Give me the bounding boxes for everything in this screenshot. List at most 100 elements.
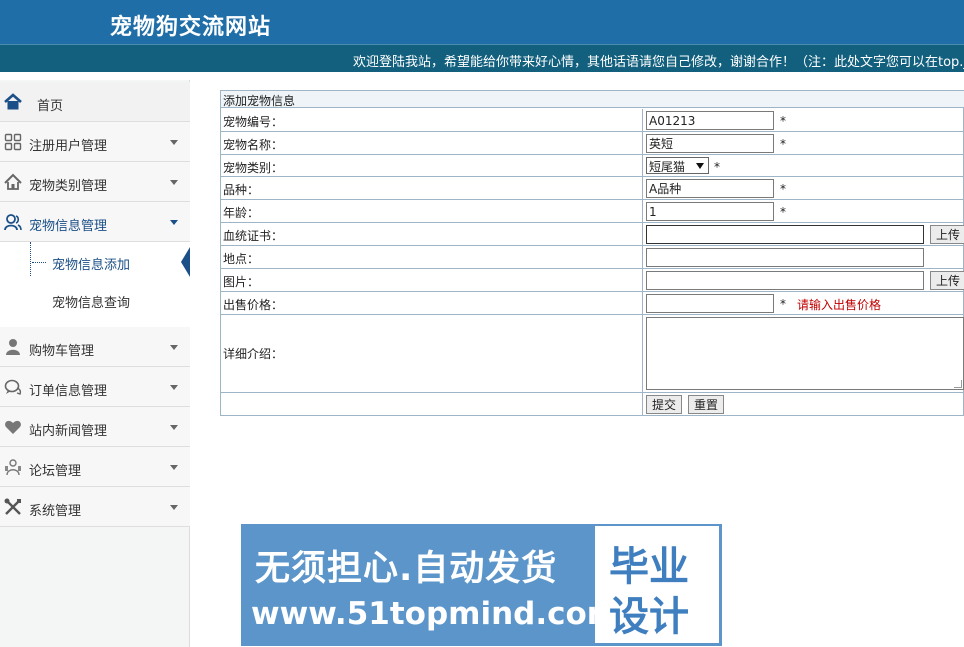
description-label: 详细介绍： — [223, 347, 284, 361]
submit-button[interactable]: 提交 — [646, 395, 682, 414]
sidebar-item-pet-info[interactable]: 宠物信息管理 — [0, 202, 190, 242]
form-row-location: 地点： — [221, 246, 964, 269]
image-input[interactable] — [646, 271, 924, 290]
home-icon — [4, 93, 22, 111]
pedigree-upload-button[interactable]: 上传 — [930, 225, 964, 244]
form-row-pet-name: 宠物名称： * — [221, 132, 964, 155]
pet-no-label: 宠物编号： — [223, 115, 284, 129]
reset-button[interactable]: 重置 — [688, 395, 724, 414]
banner-badge: 毕业 设计 — [595, 526, 719, 643]
required-mark: * — [780, 297, 786, 311]
banner-url: www.51topmind.com — [251, 596, 620, 632]
sidebar-subitem-label: 宠物信息添加 — [52, 258, 131, 273]
sidebar-item-news[interactable]: 站内新闻管理 — [0, 407, 190, 447]
site-title: 宠物狗交流网站 — [110, 14, 272, 40]
pet-type-label: 宠物类别： — [223, 161, 284, 175]
users-icon — [4, 213, 22, 231]
chevron-down-icon — [170, 180, 178, 185]
pet-name-label: 宠物名称： — [223, 138, 284, 152]
form-title: 添加宠物信息 — [223, 94, 296, 108]
form-row-description: 详细介绍： — [221, 315, 964, 393]
age-input[interactable] — [646, 202, 774, 221]
chevron-down-icon — [170, 385, 178, 390]
pet-type-select[interactable]: 短尾猫 — [646, 157, 709, 174]
price-label: 出售价格： — [223, 298, 284, 312]
form-row-breed: 品种： * — [221, 177, 964, 200]
active-pointer-icon — [181, 247, 190, 277]
sidebar-submenu: 宠物信息添加 宠物信息查询 — [0, 242, 190, 328]
form-caption: 添加宠物信息 — [221, 91, 964, 108]
tree-branch — [32, 262, 46, 263]
location-input[interactable] — [646, 248, 924, 267]
required-mark: * — [780, 137, 786, 151]
chevron-down-icon — [170, 345, 178, 350]
description-textarea[interactable] — [646, 317, 964, 390]
required-mark: * — [780, 114, 786, 128]
sidebar-item-label: 订单信息管理 — [29, 384, 108, 399]
form-row-actions: 提交 重置 — [221, 393, 964, 416]
form-row-pet-type: 宠物类别： 短尾猫 * — [221, 155, 964, 177]
tree-line — [30, 242, 31, 276]
price-input[interactable] — [646, 294, 774, 313]
welcome-marquee: 欢迎登陆我站，希望能给你带来好心情，其他话语请您自己修改，谢谢合作！（注：此处文… — [353, 55, 964, 70]
form-row-pet-no: 宠物编号： * — [221, 109, 964, 132]
form-row-age: 年龄： * — [221, 200, 964, 223]
sidebar-item-label: 站内新闻管理 — [29, 424, 108, 439]
pet-no-input[interactable] — [646, 111, 774, 130]
breed-label: 品种： — [223, 183, 260, 197]
form-row-price: 出售价格： * 请输入出售价格 — [221, 292, 964, 315]
chevron-down-icon — [170, 505, 178, 510]
ad-banner: 无须担心.自动发货 www.51topmind.com 毕业 设计 — [241, 524, 722, 646]
sidebar-item-cart[interactable]: 购物车管理 — [0, 327, 190, 367]
sidebar-item-forum[interactable]: 论坛管理 — [0, 447, 190, 487]
person-icon — [4, 338, 22, 356]
location-label: 地点： — [223, 252, 260, 266]
required-mark: * — [780, 205, 786, 219]
house-icon — [4, 173, 22, 191]
sidebar-item-label: 宠物类别管理 — [29, 179, 108, 194]
heart-icon — [4, 418, 22, 436]
chevron-down-icon — [170, 140, 178, 145]
age-label: 年龄： — [223, 206, 260, 220]
image-upload-button[interactable]: 上传 — [930, 271, 964, 290]
tools-icon — [4, 498, 22, 516]
sidebar-item-label: 宠物信息管理 — [29, 219, 108, 234]
form-row-pedigree: 血统证书： 上传 — [221, 223, 964, 246]
price-hint: 请输入出售价格 — [797, 298, 882, 312]
pedigree-input[interactable] — [646, 225, 924, 244]
forum-icon — [4, 458, 22, 476]
form-row-image: 图片： 上传 — [221, 269, 964, 292]
sidebar-item-label: 首页 — [37, 99, 64, 114]
sidebar-item-home[interactable]: 首页 — [0, 82, 190, 122]
sidebar-item-label: 注册用户管理 — [29, 139, 108, 154]
sidebar-item-label: 系统管理 — [29, 504, 82, 519]
required-mark: * — [714, 160, 720, 174]
header-bar: 宠物狗交流网站 — [0, 0, 964, 44]
pet-type-value: 短尾猫 — [649, 160, 686, 174]
sidebar-subitem-pet-query[interactable]: 宠物信息查询 — [0, 280, 190, 320]
sidebar-item-label: 购物车管理 — [29, 344, 95, 359]
marquee-bar: 欢迎登陆我站，希望能给你带来好心情，其他话语请您自己修改，谢谢合作！（注：此处文… — [0, 44, 964, 72]
sidebar: 首页 注册用户管理 宠物类别管理 宠物信息管理 宠物信息添加 宠物信息查询 购物… — [0, 80, 190, 647]
sidebar-item-categories[interactable]: 宠物类别管理 — [0, 162, 190, 202]
add-pet-form: 添加宠物信息 宠物编号： * 宠物名称： * 宠物类别： 短尾猫 * 品种： — [220, 90, 964, 416]
sidebar-item-orders[interactable]: 订单信息管理 — [0, 367, 190, 407]
banner-badge-line2: 设计 — [609, 594, 689, 640]
pedigree-label: 血统证书： — [223, 229, 284, 243]
sidebar-subitem-label: 宠物信息查询 — [52, 296, 131, 311]
pet-name-input[interactable] — [646, 134, 774, 153]
dropdown-arrow-icon — [696, 163, 704, 169]
sidebar-subitem-pet-add[interactable]: 宠物信息添加 — [0, 242, 190, 282]
breed-input[interactable] — [646, 179, 774, 198]
banner-slogan: 无须担心.自动发货 — [255, 549, 558, 589]
required-mark: * — [780, 182, 786, 196]
chat-icon — [4, 378, 22, 396]
chevron-down-icon — [170, 220, 178, 225]
chevron-down-icon — [170, 465, 178, 470]
resize-grip-icon[interactable] — [954, 380, 962, 388]
sidebar-item-system[interactable]: 系统管理 — [0, 487, 190, 527]
chevron-down-icon — [170, 425, 178, 430]
sidebar-item-users[interactable]: 注册用户管理 — [0, 122, 190, 162]
sidebar-item-label: 论坛管理 — [29, 464, 82, 479]
image-label: 图片： — [223, 275, 260, 289]
